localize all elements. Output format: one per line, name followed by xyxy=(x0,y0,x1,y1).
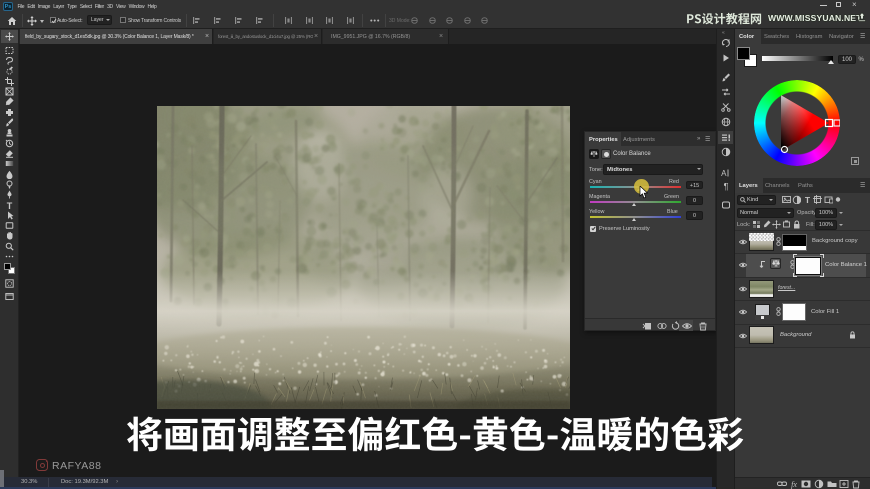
svg-text:fx: fx xyxy=(791,480,797,489)
svg-text:T: T xyxy=(805,195,811,204)
svg-text:T: T xyxy=(7,201,13,210)
svg-text:A: A xyxy=(721,169,727,178)
svg-text:¶: ¶ xyxy=(723,182,728,192)
